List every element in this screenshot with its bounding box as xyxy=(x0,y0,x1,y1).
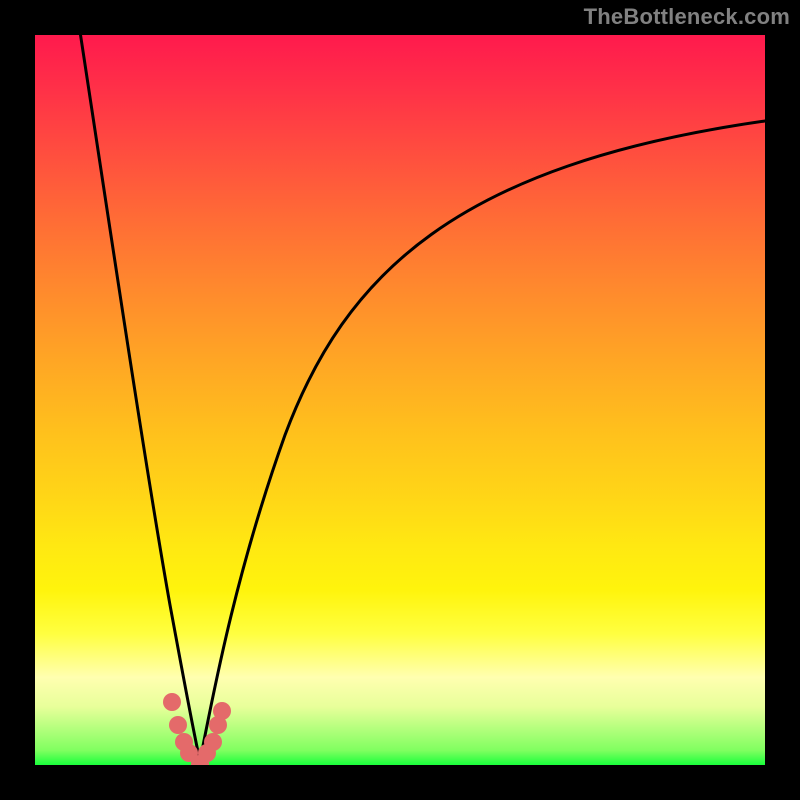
marker-dot xyxy=(163,693,181,711)
watermark-text: TheBottleneck.com xyxy=(584,4,790,30)
curve-layer xyxy=(35,35,765,765)
marker-dot xyxy=(204,733,222,751)
marker-dot xyxy=(169,716,187,734)
outer-frame: TheBottleneck.com xyxy=(0,0,800,800)
curve-left-branch xyxy=(79,35,200,761)
marker-dot xyxy=(213,702,231,720)
curve-right-branch xyxy=(200,121,765,761)
plot-area xyxy=(35,35,765,765)
minimum-markers xyxy=(163,693,231,765)
